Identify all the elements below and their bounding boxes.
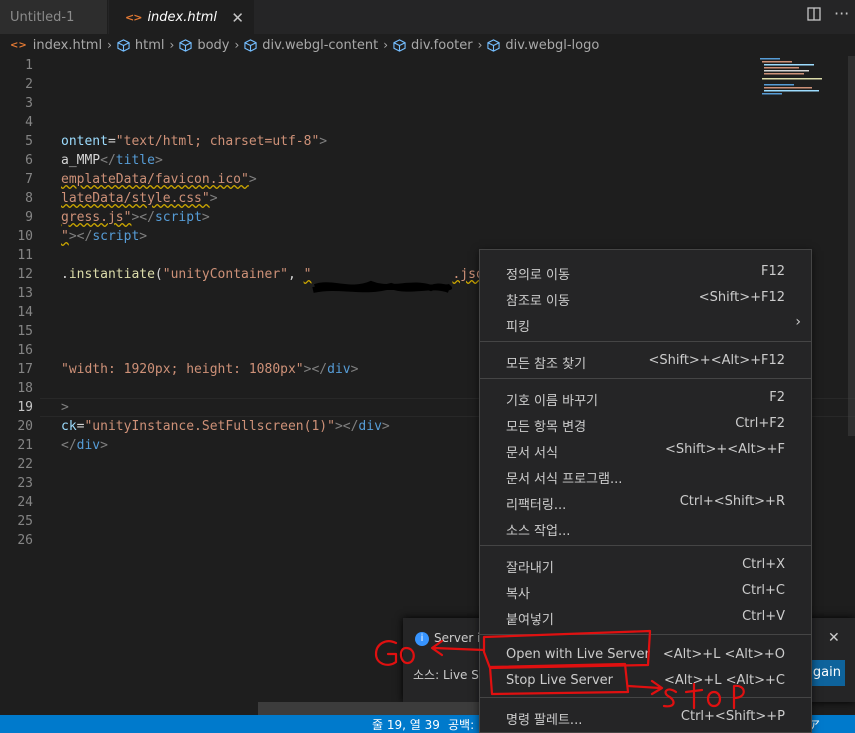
tab-label: Untitled-1 [10, 9, 75, 25]
tab-untitled-1[interactable]: Untitled-1 [0, 0, 108, 34]
info-icon: i [415, 632, 429, 646]
menu-item-format-document[interactable]: 문서 서식 <Shift>+<Alt>+F [480, 436, 811, 462]
line-number: 21 [17, 438, 33, 453]
line-number: 11 [17, 248, 33, 263]
code-line: emplateData/favicon.ico"> [61, 172, 257, 187]
cursor-position[interactable]: 줄 19, 열 39 [372, 716, 440, 733]
code-line: </div> [61, 438, 108, 453]
line-number: 1 [25, 58, 33, 73]
menu-item-peek[interactable]: 피킹 › [480, 310, 811, 336]
chevron-right-icon: › [169, 38, 175, 52]
line-number: 19 [17, 400, 33, 415]
menu-item-refactor[interactable]: 리팩터링... Ctrl+<Shift>+R [480, 488, 811, 514]
menu-separator [480, 545, 811, 546]
line-number: 7 [25, 172, 33, 187]
chevron-right-icon: › [107, 38, 112, 52]
line-number: 3 [25, 96, 33, 111]
close-icon[interactable]: ✕ [231, 9, 244, 27]
cube-icon [393, 38, 406, 52]
menu-item-cut[interactable]: 잘라내기 Ctrl+X [480, 551, 811, 577]
cube-icon [487, 38, 501, 52]
minimap[interactable] [756, 56, 846, 100]
line-number: 2 [25, 77, 33, 92]
menu-item-paste[interactable]: 붙여넣기 Ctrl+V [480, 603, 811, 629]
cube-icon [117, 38, 130, 52]
chevron-right-icon: › [477, 38, 483, 52]
line-number: 17 [17, 362, 33, 377]
line-number: 24 [17, 495, 33, 510]
notification-source: 소스: Live Se [413, 668, 487, 682]
line-number: 13 [17, 286, 33, 301]
html-file-icon: <> [10, 39, 27, 51]
line-number: 23 [17, 476, 33, 491]
menu-separator [480, 697, 811, 698]
line-number: 5 [25, 134, 33, 149]
vertical-scrollbar[interactable] [848, 56, 855, 436]
more-actions-icon[interactable]: ··· [834, 4, 849, 23]
menu-item-find-all-references[interactable]: 모든 참조 찾기 <Shift>+<Alt>+F12 [480, 347, 811, 373]
breadcrumb-file[interactable]: <> index.html [10, 38, 102, 53]
breadcrumb-webgl-logo[interactable]: div.webgl-logo [487, 38, 599, 53]
menu-item-command-palette[interactable]: 명령 팔레트... Ctrl+<Shift>+P [480, 703, 811, 729]
menu-item-open-with-live-server[interactable]: Open with Live Server <Alt>+L <Alt>+O [480, 641, 811, 667]
code-line: "></script> [61, 229, 148, 244]
code-line: gress.js"></script> [61, 210, 210, 225]
tab-bar: Untitled-1 <> index.html ✕ ··· [0, 0, 855, 34]
menu-item-go-to-references[interactable]: 참조로 이동 <Shift>+F12 [480, 284, 811, 310]
line-number: 16 [17, 343, 33, 358]
menu-item-go-to-definition[interactable]: 정의로 이동 F12 [480, 258, 811, 284]
indentation-status[interactable]: 공백: [448, 716, 474, 733]
horizontal-scrollbar[interactable] [258, 702, 482, 715]
menu-separator [480, 378, 811, 379]
menu-item-copy[interactable]: 복사 Ctrl+C [480, 577, 811, 603]
line-number: 12 [17, 267, 33, 282]
menu-item-source-action[interactable]: 소스 작업... [480, 514, 811, 540]
tab-label: index.html [147, 9, 217, 25]
line-number: 9 [25, 210, 33, 225]
line-number: 8 [25, 191, 33, 206]
line-number: 26 [17, 533, 33, 548]
tab-index-html[interactable]: <> index.html ✕ [109, 0, 254, 34]
menu-item-format-document-with[interactable]: 문서 서식 프로그램... [480, 462, 811, 488]
line-number: 25 [17, 514, 33, 529]
code-line: a_MMP</title> [61, 153, 163, 168]
cube-icon [244, 38, 257, 52]
chevron-right-icon: › [383, 38, 388, 52]
line-number: 4 [25, 115, 33, 130]
context-menu: 정의로 이동 F12 참조로 이동 <Shift>+F12 피킹 › 모든 참조 찾기… [479, 249, 812, 733]
breadcrumb-body[interactable]: body [179, 38, 229, 53]
line-number: 22 [17, 457, 33, 472]
cube-icon [179, 38, 192, 52]
code-line: ck="unityInstance.SetFullscreen(1)"></di… [61, 419, 390, 434]
code-line: > [61, 400, 69, 415]
chevron-right-icon: › [795, 314, 801, 330]
line-number: 6 [25, 153, 33, 168]
breadcrumb: <> index.html › html › body › div.webgl-… [0, 34, 855, 56]
split-editor-icon[interactable] [807, 7, 821, 25]
menu-separator [480, 341, 811, 342]
close-icon[interactable]: ✕ [828, 630, 840, 646]
breadcrumb-html[interactable]: html [117, 38, 165, 53]
breadcrumb-webgl-content[interactable]: div.webgl-content [244, 38, 378, 53]
menu-item-rename-symbol[interactable]: 기호 이름 바꾸기 F2 [480, 384, 811, 410]
code-line: ontent="text/html; charset=utf-8"> [61, 134, 328, 149]
line-number: 14 [17, 305, 33, 320]
code-line: lateData/style.css"> [61, 191, 218, 206]
menu-item-change-all-occurrences[interactable]: 모든 항목 변경 Ctrl+F2 [480, 410, 811, 436]
line-number: 10 [17, 229, 33, 244]
line-number: 20 [17, 419, 33, 434]
code-line: .instantiate("unityContainer", " .json" [61, 265, 499, 293]
menu-separator [480, 634, 811, 635]
line-number: 15 [17, 324, 33, 339]
line-number: 18 [17, 381, 33, 396]
chevron-right-icon: › [234, 38, 240, 52]
code-line: "width: 1920px; height: 1080px"></div> [61, 362, 359, 377]
menu-item-stop-live-server[interactable]: Stop Live Server <Alt>+L <Alt>+C [480, 667, 811, 693]
breadcrumb-footer[interactable]: div.footer [393, 38, 473, 53]
html-file-icon: <> [125, 10, 142, 24]
